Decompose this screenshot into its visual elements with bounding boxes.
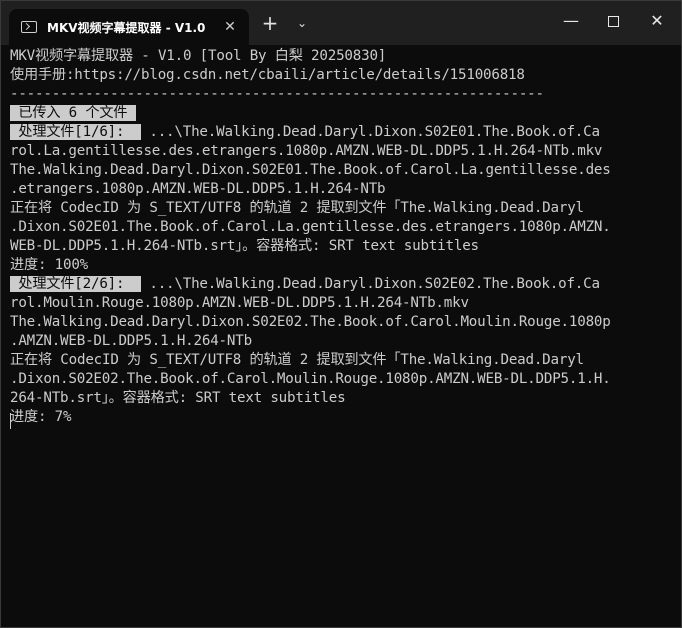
console-line: MKV视频字幕提取器 - V1.0 [Tool By 白梨 20250830] [10, 48, 387, 64]
console-line: 已传入 6 个文件 [10, 104, 674, 123]
tab-title: MKV视频字幕提取器 - V1.0 [47, 20, 206, 35]
console-line: 正在将 CodecID 为 S_TEXT/UTF8 的轨道 2 提取到文件「Th… [10, 352, 584, 368]
text-cursor [10, 413, 11, 429]
console-line: 处理文件[2/6]: ...\The.Walking.Dead.Daryl.Di… [10, 275, 674, 294]
close-button[interactable]: ✕ [635, 1, 679, 41]
console-output[interactable]: MKV视频字幕提取器 - V1.0 [Tool By 白梨 20250830] … [10, 47, 674, 617]
console-line: 处理文件[1/6]: ...\The.Walking.Dead.Daryl.Di… [10, 123, 674, 142]
console-line: 使用手册:https://blog.csdn.net/cbaili/articl… [10, 67, 525, 83]
file-path: ...\The.Walking.Dead.Daryl.Dixon.S02E02.… [141, 276, 600, 292]
terminal-window: MKV视频字幕提取器 - V1.0 ✕ + ⌄ — ✕ MKV视频字幕提取器 -… [0, 0, 682, 628]
files-loaded-badge: 已传入 6 个文件 [10, 105, 136, 121]
new-tab-button[interactable]: + [259, 12, 281, 34]
chevron-down-icon[interactable]: ⌄ [291, 12, 313, 34]
console-line: 正在将 CodecID 为 S_TEXT/UTF8 的轨道 2 提取到文件「Th… [10, 200, 584, 216]
maximize-icon [607, 16, 619, 27]
console-line: WEB-DL.DDP5.1.H.264-NTb.srt」。容器格式: SRT t… [10, 238, 479, 254]
console-line: .AMZN.WEB-DL.DDP5.1.H.264-NTb [10, 333, 252, 349]
tab-active[interactable]: MKV视频字幕提取器 - V1.0 ✕ [9, 9, 249, 45]
processing-badge: 处理文件[2/6]: [10, 276, 142, 292]
maximize-button[interactable] [591, 1, 635, 41]
console-line: 264-NTb.srt」。容器格式: SRT text subtitles [10, 390, 346, 406]
progress-line: 进度: 100% [10, 257, 89, 273]
console-line: .Dixon.S02E02.The.Book.of.Carol.Moulin.R… [10, 371, 611, 387]
progress-line: 进度: 7% [10, 409, 72, 425]
console-line: The.Walking.Dead.Daryl.Dixon.S02E01.The.… [10, 162, 611, 178]
console-line: The.Walking.Dead.Daryl.Dixon.S02E02.The.… [10, 314, 611, 330]
title-bar[interactable]: MKV视频字幕提取器 - V1.0 ✕ + ⌄ — ✕ [1, 1, 681, 45]
processing-badge: 处理文件[1/6]: [10, 124, 142, 140]
console-line: rol.Moulin.Rouge.1080p.AMZN.WEB-DL.DDP5.… [10, 295, 469, 311]
tab-close-icon[interactable]: ✕ [221, 18, 239, 36]
minimize-button[interactable]: — [549, 1, 593, 41]
console-line: .etrangers.1080p.AMZN.WEB-DL.DDP5.1.H.26… [10, 181, 386, 197]
console-line: .Dixon.S02E01.The.Book.of.Carol.La.genti… [10, 219, 611, 235]
console-separator: ----------------------------------------… [10, 86, 544, 102]
terminal-icon [21, 21, 37, 33]
console-line: rol.La.gentillesse.des.etrangers.1080p.A… [10, 143, 603, 159]
file-path: ...\The.Walking.Dead.Daryl.Dixon.S02E01.… [141, 124, 600, 140]
